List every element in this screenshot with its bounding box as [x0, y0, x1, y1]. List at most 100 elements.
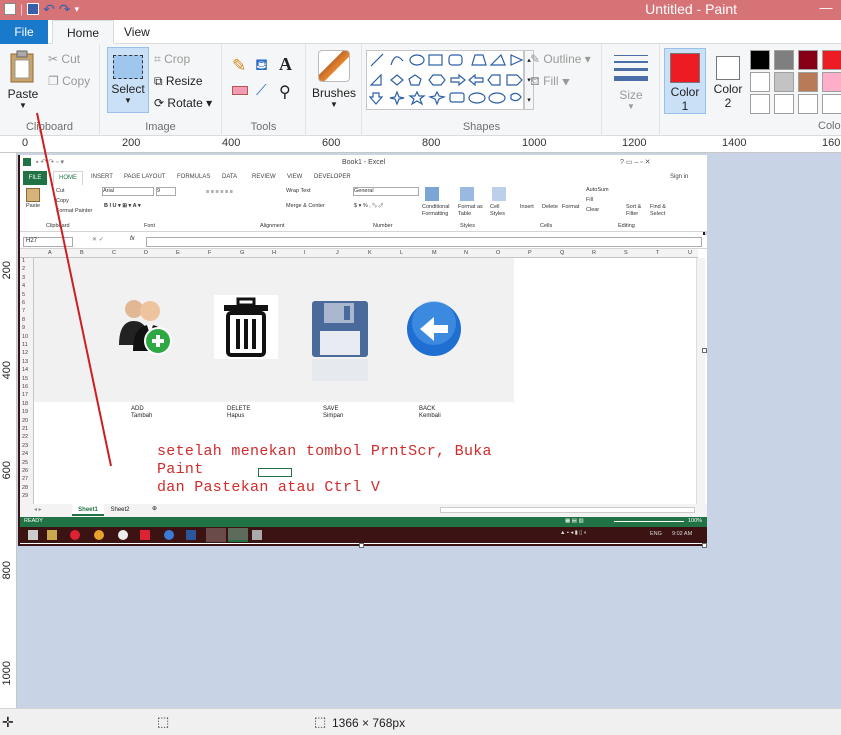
pencil-icon[interactable]: ✎: [232, 56, 246, 76]
size-label: Size: [619, 88, 643, 102]
excel-ribbon: Paste Cut Copy Format Painter Clipboard …: [20, 185, 707, 232]
palette-color-swatch[interactable]: [822, 94, 841, 114]
resize-icon: ⧉: [154, 74, 163, 88]
palette-color-swatch[interactable]: [774, 72, 794, 92]
fill-button[interactable]: ⛾ Fill ▾: [530, 74, 570, 90]
copy-button[interactable]: ❐ Copy: [48, 74, 90, 88]
column-header: O: [496, 250, 501, 256]
color2-label: Color: [713, 82, 743, 96]
resize-handle-bottom[interactable]: [359, 543, 364, 548]
row-header: 11: [22, 342, 28, 348]
excel-table-icon: [460, 187, 474, 201]
sheet-nav-icons: ◂ ▸: [34, 507, 42, 513]
paste-button[interactable]: Paste ▼: [4, 48, 42, 114]
rotate-button[interactable]: ⟳ Rotate ▾: [154, 96, 212, 110]
cut-button[interactable]: ✂ Cut: [48, 52, 80, 66]
delete-sublabel: Hapus: [227, 413, 245, 419]
excel-title-bar: ▪ ↶ ↷ ▫ ▾ Book1 - Excel ? ▭ – ▫ ✕: [20, 155, 707, 171]
shapes-group: ▴ ▾ ▾ ✎ Outline ▾ ⛾ Fill ▾ Shapes: [362, 44, 602, 136]
palette-color-swatch[interactable]: [822, 50, 841, 70]
palette-color-swatch[interactable]: [750, 50, 770, 70]
palette-color-swatch[interactable]: [822, 72, 841, 92]
excel-conditional-label: Conditional Formatting: [422, 204, 450, 217]
color2-number: 2: [724, 96, 732, 110]
delete-label: DELETE: [227, 406, 251, 412]
save-sublabel: Simpan: [323, 413, 344, 419]
eraser-icon[interactable]: [232, 86, 248, 95]
paint-canvas[interactable]: ▪ ↶ ↷ ▫ ▾ Book1 - Excel ? ▭ – ▫ ✕ FILE H…: [18, 155, 707, 548]
customize-qat-icon[interactable]: ▾: [75, 4, 80, 15]
excel-table-label: Format as Table: [458, 204, 483, 217]
palette-color-swatch[interactable]: [798, 72, 818, 92]
excel-vscroll: [696, 258, 705, 504]
magnifier-icon[interactable]: ⚲: [279, 82, 291, 102]
undo-icon[interactable]: ↶: [43, 2, 55, 16]
resize-handle-corner[interactable]: [702, 543, 707, 548]
brushes-button[interactable]: Brushes ▼: [310, 50, 358, 109]
excel-taskbar-icon: [228, 528, 248, 542]
tab-view[interactable]: View: [110, 20, 164, 44]
image-size-icon: ⬚: [314, 714, 327, 729]
excel-tab: PAGE LAYOUT: [124, 174, 166, 180]
fill-bucket-icon[interactable]: ⛾: [255, 56, 268, 76]
palette-color-swatch[interactable]: [750, 72, 770, 92]
column-header: B: [80, 250, 84, 256]
excel-delete: Delete: [542, 204, 558, 210]
excel-qat: ▪ ↶ ↷ ▫ ▾: [36, 159, 64, 166]
add-label: ADD: [131, 406, 144, 412]
copy-icon: ❐: [48, 74, 59, 88]
palette-color-swatch[interactable]: [798, 94, 818, 114]
title-bar: | ↶ ↷ ▾ Untitled - Paint —: [0, 0, 841, 20]
excel-sort: Sort & Filter: [626, 204, 642, 217]
minimize-button[interactable]: —: [811, 0, 841, 20]
resize-button[interactable]: ⧉ Resize: [154, 74, 203, 89]
color2-button[interactable]: Color 2: [708, 48, 748, 114]
colors-group-label: Colo: [818, 120, 841, 132]
excel-group-label: Font: [144, 223, 156, 229]
palette-color-swatch[interactable]: [750, 94, 770, 114]
tab-home[interactable]: Home: [52, 20, 115, 44]
size-dropdown-icon[interactable]: ▼: [614, 102, 648, 111]
excel-window-controls: ? ▭ – ▫ ✕: [620, 159, 651, 166]
column-header: E: [176, 250, 180, 256]
outline-button[interactable]: ✎ Outline ▾: [530, 52, 591, 66]
excel-formula-icons: ✕ ✓: [92, 237, 104, 243]
row-header: 3: [22, 274, 26, 281]
palette-color-swatch[interactable]: [774, 50, 794, 70]
select-button[interactable]: Select ▼: [107, 47, 149, 113]
size-button[interactable]: Size ▼: [614, 52, 648, 111]
palette-color-swatch[interactable]: [798, 50, 818, 70]
brushes-dropdown-icon[interactable]: ▼: [310, 100, 358, 109]
resize-handle-right[interactable]: [702, 348, 707, 353]
crop-button[interactable]: ⌗ Crop: [154, 52, 190, 67]
color1-button[interactable]: Color 1: [664, 48, 706, 114]
row-header: 18: [22, 400, 29, 407]
excel-fill: Fill: [586, 197, 594, 203]
excel-group-label: Alignment: [260, 223, 285, 229]
save-button-label: SAVE Simpan: [323, 406, 343, 420]
tab-file[interactable]: File: [0, 20, 48, 44]
excel-row-headers: 1 2 3 4 5 6 7 8 9 10 11 12 13 14 15 16 17 18 19 20 21 22 23 24 2…: [20, 258, 34, 504]
row-header: 27: [22, 476, 29, 483]
color1-number: 1: [681, 99, 689, 113]
row-header: 10: [22, 333, 29, 340]
row-header: 26: [22, 468, 29, 474]
color-picker-icon[interactable]: ⟋: [256, 82, 267, 99]
shapes-gallery[interactable]: [366, 50, 524, 110]
back-button-label: BACK Kembali: [419, 406, 441, 420]
column-header: S: [624, 250, 628, 256]
redo-icon[interactable]: ↷: [59, 2, 71, 16]
ruler-mark: 1000: [1, 661, 13, 686]
cursor-position-icon: ✛: [2, 714, 14, 730]
save-icon[interactable]: [27, 3, 40, 15]
paste-dropdown-icon[interactable]: ▼: [4, 101, 42, 110]
clipboard-group-label: Clipboard: [25, 121, 74, 133]
color2-swatch: [716, 56, 740, 80]
excel-format-painter: Format Painter: [56, 208, 93, 214]
window-title: Untitled - Paint: [645, 1, 737, 17]
row-header: 28: [22, 484, 29, 491]
excel-tab-file: FILE: [23, 171, 47, 185]
text-tool-icon[interactable]: A: [279, 54, 292, 75]
palette-color-swatch[interactable]: [774, 94, 794, 114]
select-dropdown-icon[interactable]: ▼: [108, 96, 148, 105]
